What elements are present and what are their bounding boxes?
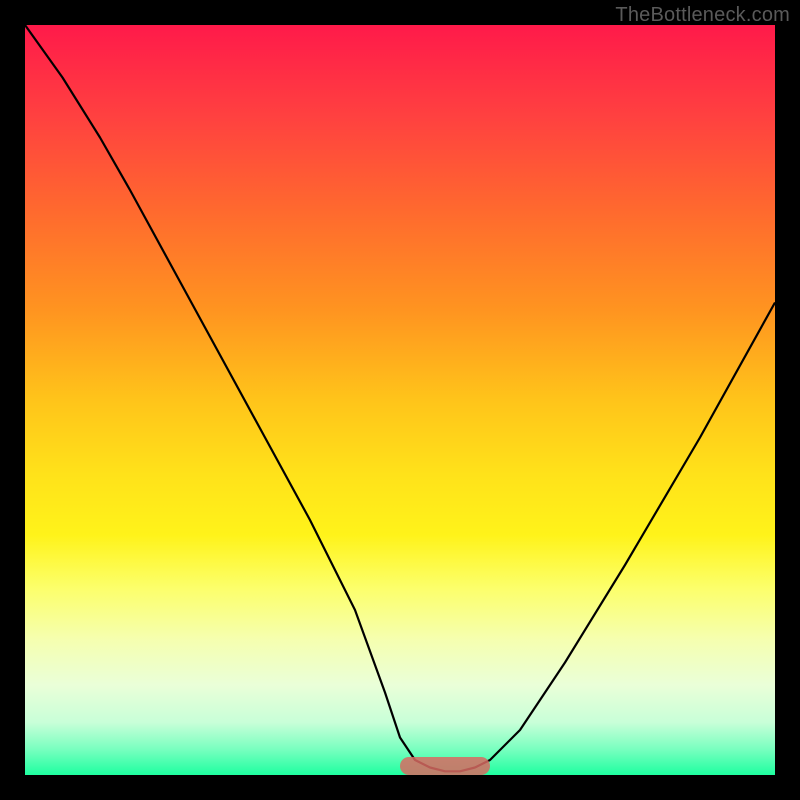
bottleneck-curve (25, 25, 775, 775)
optimal-range-marker (400, 757, 490, 775)
watermark-text: TheBottleneck.com (615, 4, 790, 27)
chart-frame: TheBottleneck.com (0, 0, 800, 800)
plot-area (25, 25, 775, 775)
